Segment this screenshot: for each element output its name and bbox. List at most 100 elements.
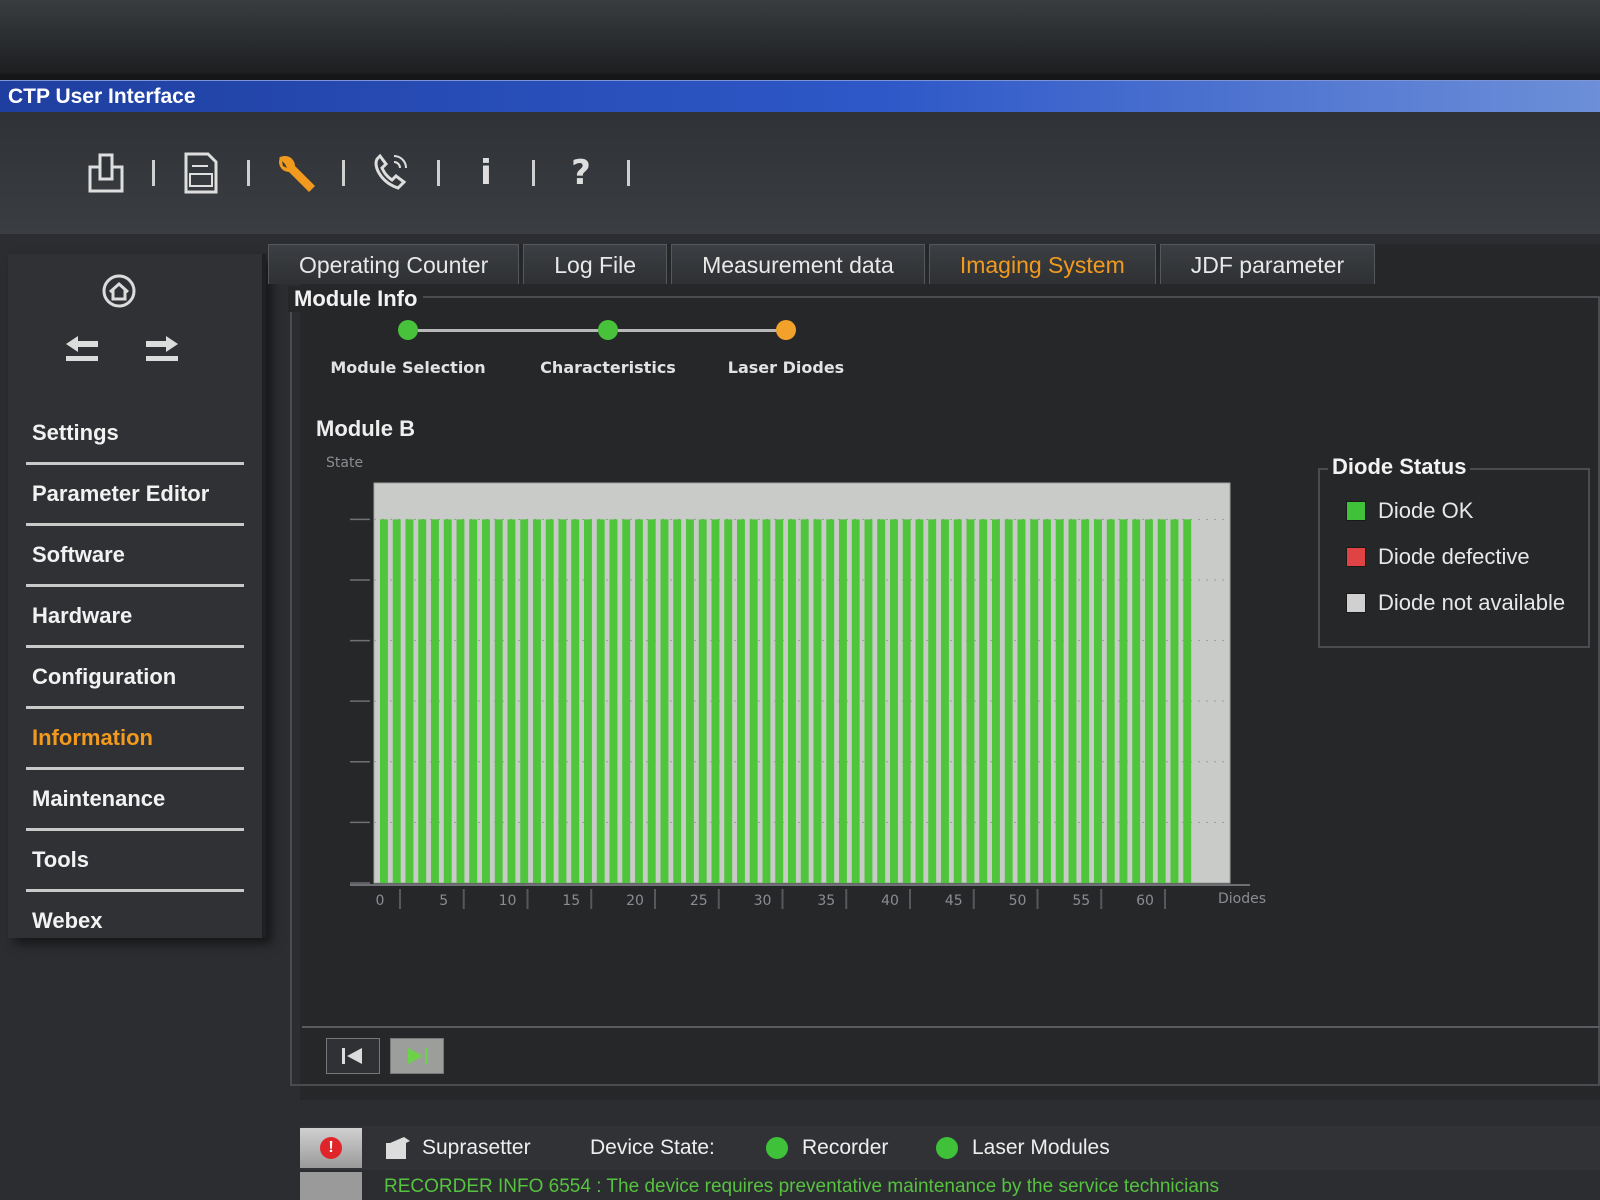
diode-bar <box>482 519 490 883</box>
diode-bar <box>392 519 401 883</box>
chart-y-axis-label: State <box>326 455 363 471</box>
diode-bar <box>1068 519 1077 883</box>
diode-bar <box>609 519 618 883</box>
diode-bar <box>877 519 886 883</box>
sidebar-item-maintenance[interactable]: Maintenance <box>26 770 244 831</box>
back-arrow-icon[interactable] <box>62 332 102 366</box>
home-icon[interactable] <box>100 272 138 310</box>
diode-bar <box>953 519 962 883</box>
tab-log-file[interactable]: Log File <box>523 244 668 284</box>
toolbar-separator <box>342 160 345 186</box>
sidebar-item-parameter-editor[interactable]: Parameter Editor <box>26 465 244 526</box>
window-title: CTP User Interface <box>8 85 196 108</box>
step-connector <box>418 329 598 332</box>
diode-bar <box>494 519 503 883</box>
toolbar-separator <box>437 160 440 186</box>
diode-bar <box>660 519 669 883</box>
device-icon <box>386 1137 410 1159</box>
diode-bar <box>1132 519 1141 883</box>
x-tick-label: 5 <box>439 893 448 909</box>
diode-bar <box>418 519 427 883</box>
diode-bar <box>405 519 414 883</box>
legend-diode-not-available: Diode not available <box>1346 588 1565 618</box>
forward-arrow-icon[interactable] <box>142 332 182 366</box>
chart-x-axis-label: Diodes <box>1218 891 1266 907</box>
output-icon[interactable] <box>80 147 132 199</box>
diode-bar <box>380 519 388 883</box>
diode-bar <box>1043 519 1051 883</box>
swatch-defective <box>1346 547 1366 567</box>
step-label-laser-diodes[interactable]: Laser Diodes <box>728 358 844 377</box>
diode-bar <box>571 519 580 883</box>
step-label-characteristics[interactable]: Characteristics <box>540 358 676 377</box>
diode-bar <box>851 519 860 883</box>
diode-bar <box>1119 519 1128 883</box>
first-step-button[interactable] <box>326 1038 380 1074</box>
diode-bar <box>737 519 745 883</box>
diode-bar <box>1094 519 1102 883</box>
legend-label: Diode not available <box>1378 590 1566 615</box>
alert-button[interactable]: ! <box>300 1128 362 1168</box>
next-step-button[interactable] <box>390 1038 444 1074</box>
tab-measurement-data[interactable]: Measurement data <box>671 244 925 284</box>
x-tick-label: 20 <box>626 893 644 909</box>
step-current-dot[interactable] <box>776 320 796 340</box>
module-info-title: Module Info <box>288 286 424 312</box>
legend-diode-defective: Diode defective <box>1346 542 1530 572</box>
sidebar-item-tools[interactable]: Tools <box>26 831 244 892</box>
x-tick-label: 55 <box>1072 893 1090 909</box>
laser-modules-label: Laser Modules <box>972 1136 1110 1159</box>
diode-bar <box>1157 519 1166 883</box>
diode-bar <box>596 519 605 883</box>
module-name: Module B <box>316 416 415 441</box>
diode-bar <box>545 519 554 883</box>
main-panel: Operating Counter Log File Measurement d… <box>268 244 1600 1100</box>
monitor-bezel <box>0 0 1600 74</box>
wizard-stepper: Module Selection Characteristics Laser D… <box>312 318 852 388</box>
tab-jdf-parameter[interactable]: JDF parameter <box>1159 244 1376 284</box>
tab-operating-counter[interactable]: Operating Counter <box>268 244 520 284</box>
diode-bar <box>647 519 656 883</box>
step-done-dot[interactable] <box>598 320 618 340</box>
remote-support-icon[interactable] <box>365 147 417 199</box>
message-button[interactable] <box>300 1172 362 1200</box>
help-icon[interactable]: ? <box>555 147 607 199</box>
diode-bar <box>443 519 452 883</box>
info-glyph: i <box>480 153 492 193</box>
help-glyph: ? <box>571 153 591 193</box>
window-title-bar: CTP User Interface <box>0 80 1600 112</box>
sidebar-item-configuration[interactable]: Configuration <box>26 648 244 709</box>
wizard-nav-bar <box>302 1026 1600 1086</box>
x-tick-label: 30 <box>754 893 772 909</box>
tab-imaging-system[interactable]: Imaging System <box>928 244 1156 284</box>
step-done-dot[interactable] <box>398 320 418 340</box>
diode-bar <box>800 519 809 883</box>
diode-bar <box>788 519 796 883</box>
wrench-icon[interactable] <box>270 147 322 199</box>
sidebar-item-webex[interactable]: Webex <box>26 892 244 953</box>
skip-forward-icon <box>408 1048 428 1064</box>
laser-modules-status-indicator <box>936 1137 958 1159</box>
diode-bar <box>915 519 924 883</box>
legend-label: Diode defective <box>1378 544 1530 569</box>
step-label-module-selection[interactable]: Module Selection <box>330 358 485 377</box>
diode-status-legend: Diode Status Diode OK Diode defective Di… <box>1318 454 1590 648</box>
sidebar-item-hardware[interactable]: Hardware <box>26 587 244 648</box>
x-tick-label: 10 <box>499 893 517 909</box>
toolbar-separator <box>247 160 250 186</box>
sidebar-item-information[interactable]: Information <box>26 709 244 770</box>
sidebar-item-settings[interactable]: Settings <box>26 404 244 465</box>
swatch-ok <box>1346 501 1366 521</box>
log-document-icon[interactable] <box>175 147 227 199</box>
diode-bar <box>749 519 758 883</box>
diode-bar <box>1145 519 1153 883</box>
toolbar-separator <box>627 160 630 186</box>
diode-bar <box>711 519 720 883</box>
diode-bar <box>507 519 516 883</box>
diode-bar <box>469 519 478 883</box>
sidebar-item-software[interactable]: Software <box>26 526 244 587</box>
info-icon[interactable]: i <box>460 147 512 199</box>
diode-bar <box>1030 519 1039 883</box>
tab-bar: Operating Counter Log File Measurement d… <box>268 244 1379 284</box>
module-info-group: Module Info Module Selection Characteris… <box>288 286 1600 1086</box>
